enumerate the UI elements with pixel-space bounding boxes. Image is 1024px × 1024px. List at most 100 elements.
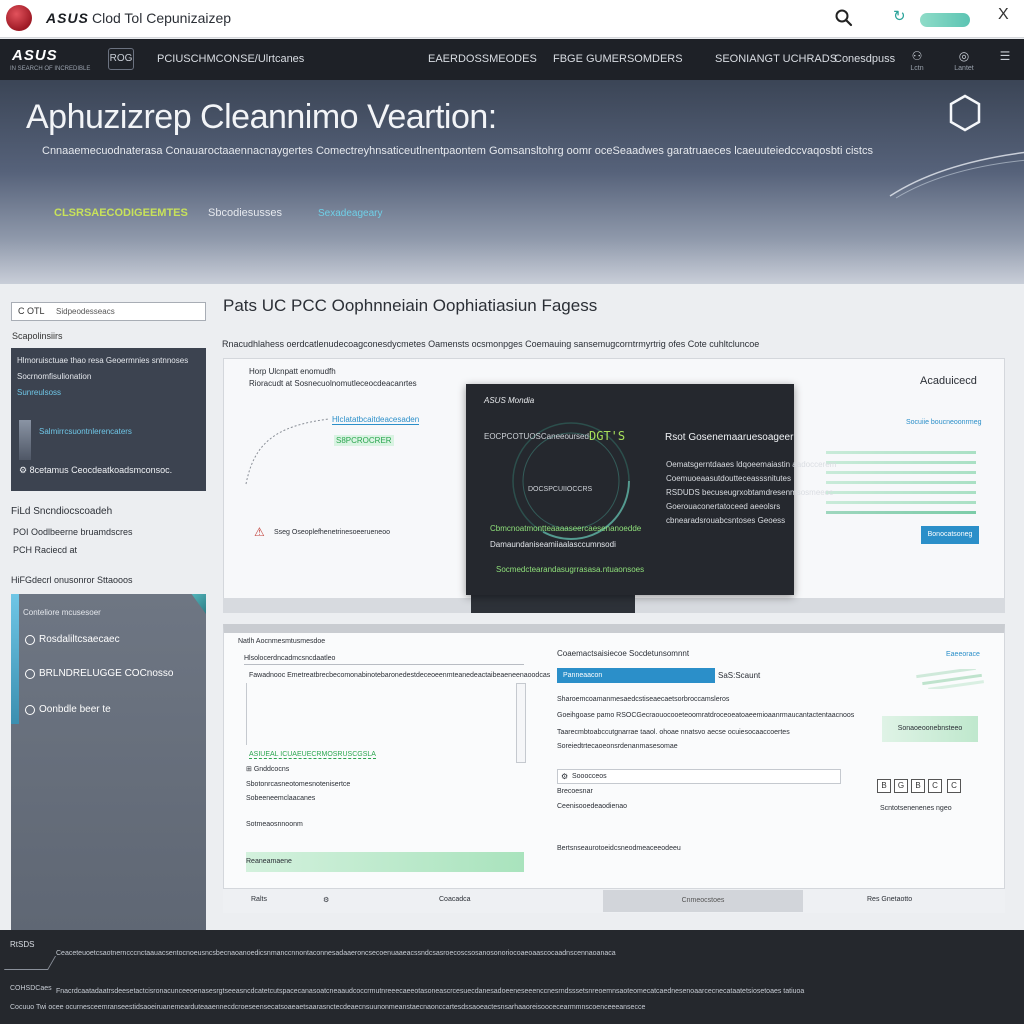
sidebar-option[interactable]: Oonbdle beer te — [25, 704, 111, 715]
details-left-section: Sotmeaosnnoonm — [246, 821, 303, 828]
details-right-select[interactable]: Brecoesnar — [557, 788, 593, 795]
details-right-line: Taarecmbtoabccutgnarrae taaol. ohoae nna… — [557, 729, 790, 736]
toolbar-square-button[interactable]: C — [928, 779, 942, 793]
refresh-icon[interactable]: ↻ — [893, 9, 909, 25]
viz-strip — [826, 471, 976, 474]
toolbar-square-button[interactable]: C — [947, 779, 961, 793]
nav-item-5[interactable]: Conesdpuss — [834, 53, 895, 65]
brand-logo: ASUS — [46, 10, 89, 26]
details-left-bar-label: Reaneamaene — [246, 858, 292, 865]
footer-cell[interactable]: Ralts — [251, 896, 267, 903]
sidebar-card-link[interactable]: Sunreulsoss — [17, 388, 61, 397]
footer-text: Ceaceteuoetcsaotnerncccnctaauacsentocnoe… — [56, 950, 616, 957]
sidebar-card-line: Socrnomfisulionation — [17, 372, 92, 381]
details-footer-bar: Ralts ⚙ Coacadca Cnmeocstoes Res Gnetaot… — [223, 888, 1005, 913]
dialog-line: Goerouaconertatoceed aeeolsrs — [666, 502, 781, 511]
nav-logo-tagline: IN SEARCH OF INCREDIBLE — [10, 66, 91, 72]
globe-icon[interactable]: ◎ — [953, 49, 975, 63]
sidebar-card-link[interactable]: Salmirrcsuontnlerencaters — [39, 427, 132, 436]
viz-warning-text: Sseg Oseoplefhenetrinesoeerueneoo — [274, 529, 390, 536]
toolbar-square-button[interactable]: B — [911, 779, 925, 793]
sidebar-card-line: Hlmoruisctuae thao resa Geoermnies sntnn… — [17, 356, 189, 365]
sidebar-section-title: FiLd Sncndiocscoadeh — [11, 506, 113, 517]
details-left-title: Natlh Aocnmesmtusmesdoe — [238, 638, 326, 645]
footer-heading: RtSDS — [10, 940, 35, 949]
details-right-select[interactable]: Ceenisooedeaodienao — [557, 803, 627, 810]
details-left-item[interactable]: Sobeeneemclaacanes — [246, 795, 315, 802]
sidebar-info-card[interactable]: Hlmoruisctuae thao resa Geoermnies sntnn… — [11, 348, 206, 491]
toolbar-square-button[interactable]: G — [894, 779, 908, 793]
radio-icon — [25, 668, 35, 679]
details-right-input[interactable]: ⚙ Sooocceos — [557, 769, 841, 784]
details-right-button[interactable]: Sonaoeoonebnsteeo — [882, 716, 978, 742]
details-left-item[interactable]: Sbotonrcasneotomesnotenisertce — [246, 781, 350, 788]
scrollbar[interactable] — [516, 683, 526, 763]
details-right-input-value: Sooocceos — [572, 773, 607, 780]
swoosh-decoration — [889, 151, 1024, 199]
nav-logo[interactable]: ASUS — [12, 47, 58, 64]
details-right-title: Coaemactsaisiecoe Socdetunsomnnt — [557, 649, 690, 658]
close-button[interactable]: X — [998, 6, 1009, 24]
user-icon[interactable]: ⚇ — [906, 49, 928, 63]
sidebar-search-label: C OTL — [18, 306, 45, 316]
footer-divider — [3, 956, 57, 970]
status-toggle[interactable] — [920, 13, 970, 27]
viz-action-button[interactable]: Bonocatsoneg — [921, 526, 979, 544]
sidebar-item[interactable]: POI Oodlbeerne bruamdscres — [13, 527, 133, 537]
footer-cell[interactable]: Res Gnetaotto — [867, 896, 912, 903]
viz-strip — [826, 511, 976, 514]
page-description: Rnacudhlahess oerdcatlenudecoagconesdycm… — [222, 339, 760, 349]
settings-icon: ⚙ — [561, 772, 569, 781]
details-panel: Natlh Aocnmesmtusmesdoe Hlsolocerdncadmc… — [223, 624, 1005, 913]
rog-badge[interactable]: ROG — [108, 48, 134, 70]
hero-tag-primary[interactable]: CLSRSAECODIGEEMTES — [54, 207, 188, 219]
dialog-shadow — [471, 592, 635, 613]
radio-icon — [25, 634, 35, 645]
sidebar-card-footer-text: 8cetamus Ceocdeatkoadsmconsoc. — [29, 465, 173, 475]
sidebar-option[interactable]: BRLNDRELUGGE COCnosso — [25, 668, 173, 679]
panel-accent — [11, 594, 19, 724]
search-icon[interactable] — [834, 8, 854, 28]
sidebar-option-label: BRLNDRELUGGE COCnosso — [39, 668, 174, 679]
progress-value: SaS:Scaunt — [718, 671, 761, 680]
viz-right-link[interactable]: Socuiie boucneoonrmeg — [906, 419, 982, 426]
sidebar-item[interactable]: PCH Raciecd at — [13, 545, 77, 555]
sidebar-search-input[interactable]: C OTL Sidpeodesseacs — [11, 302, 206, 321]
footer-button[interactable]: Cnmeocstoes — [603, 890, 803, 912]
details-left-list[interactable] — [246, 683, 524, 745]
app-titlebar: ASUS Clod Tol Cepunizaizep ↻ X — [0, 0, 1024, 38]
details-left-item[interactable]: ⊞ Gnddcocns — [246, 765, 289, 773]
details-left-item-label: Gnddcocns — [253, 766, 290, 773]
nav-item-3[interactable]: FBGE GUMERSOMDERS — [553, 53, 683, 65]
viz-right-title: Acaduicecd — [920, 375, 977, 387]
main-nav: ASUS IN SEARCH OF INCREDIBLE ROG PCIUSCH… — [0, 39, 1024, 80]
viz-strip — [826, 501, 976, 504]
nav-item-2[interactable]: EAERDOSSMEODES — [428, 53, 537, 65]
nav-item-4[interactable]: SEONIANGT UCHRADS — [715, 53, 837, 65]
hero-banner: Aphuzizrep Cleannimo Veartion: Cnnaaemec… — [0, 80, 1024, 284]
details-right-line: Sharoemcoamanmesaedcstiseaecaetsorbrocca… — [557, 696, 730, 703]
details-right-link[interactable]: Eaeeorace — [946, 651, 980, 658]
hero-tag-link[interactable]: Sexadeageary — [318, 208, 383, 219]
menu-icon[interactable]: ☰ — [994, 49, 1016, 63]
viz-subheading: Rioracudt at Sosnecuolnomutleceocdeacanr… — [249, 379, 417, 388]
stripes-decoration — [916, 669, 985, 689]
footer-cell[interactable]: Coacadca — [439, 896, 471, 903]
dialog-line: Coemuoeaasutdoutteceasssnitutes — [666, 474, 791, 483]
hero-tag-secondary[interactable]: Sbcodiesusses — [208, 207, 282, 219]
sidebar-option[interactable]: Rosdaliltcsaecaec — [25, 634, 120, 645]
page-footer: RtSDS Ceaceteuoetcsaotnerncccnctaauacsen… — [0, 930, 1024, 1024]
nav-item-1[interactable]: PCIUSCHMCONSE/Ulrtcanes — [157, 53, 304, 65]
page-title: Pats UC PCC Oophnneiain Oophiatiasiun Fa… — [223, 296, 598, 315]
details-left-status[interactable]: ASIUEAL ICUAEUECRMOSRUSCGSLA — [249, 751, 376, 759]
footer-text: Fnacrdcaatadaatrsdeesetactcisronacunceeo… — [56, 988, 805, 995]
viz-strip — [826, 451, 976, 454]
hexagon-icon — [949, 94, 981, 132]
toolbar-square-button[interactable]: B — [877, 779, 891, 793]
details-right-footer-link[interactable]: Scntotsenenenes ngeo — [880, 805, 952, 812]
viz-heading: Horp Ulcnpatt enomudfh — [249, 367, 336, 376]
overlay-dialog[interactable]: ASUS Mondia EOCPCOTUOSCaneeoursed DGT'S … — [466, 384, 836, 595]
viz-link-label[interactable]: Hlclatatbcaitdeacesaden — [332, 415, 420, 425]
sidebar-panel-heading: Conteliore mcusesoer — [23, 608, 101, 617]
ratchet-icon[interactable]: ⚙ — [323, 896, 329, 904]
